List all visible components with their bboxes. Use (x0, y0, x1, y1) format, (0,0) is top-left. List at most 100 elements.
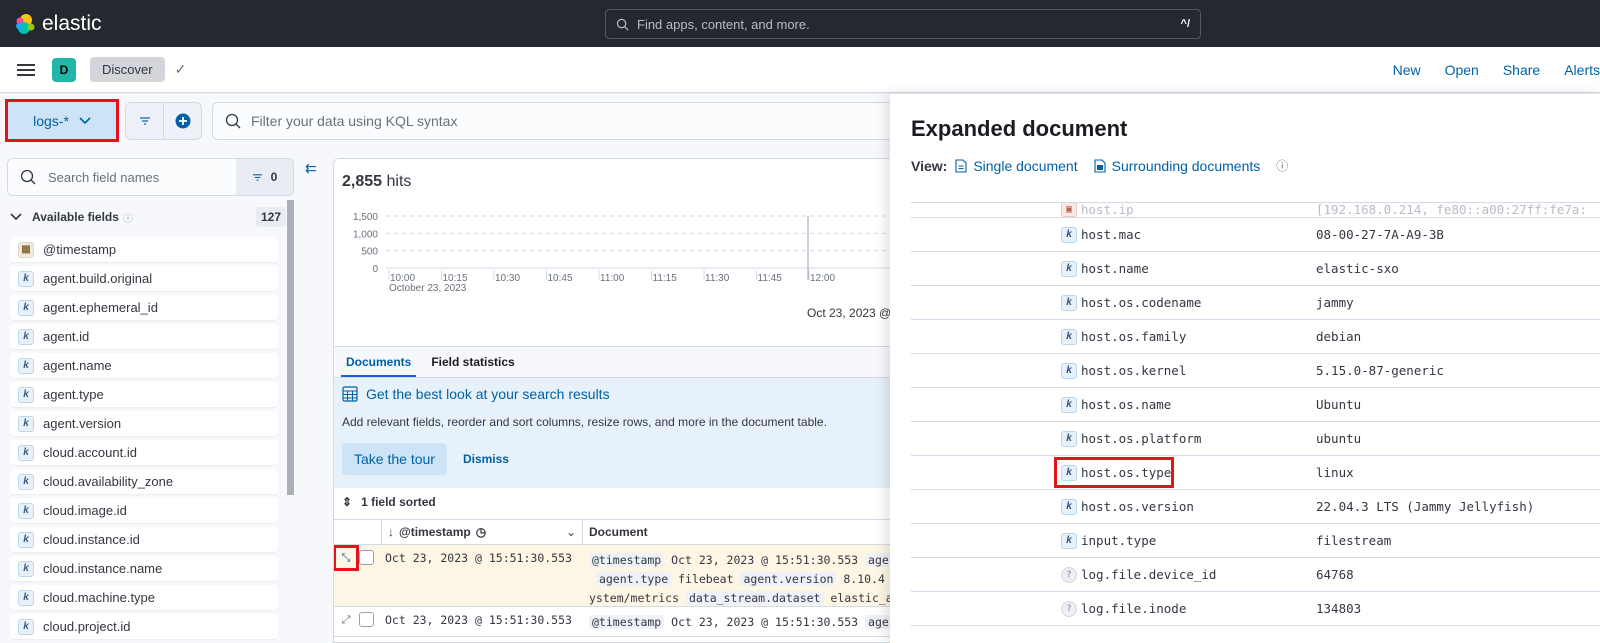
single-document-link[interactable]: Single document (955, 158, 1078, 174)
field-name: host.os.family (1081, 329, 1187, 344)
alerts-link[interactable]: Alerts (1564, 62, 1600, 78)
document-field-row[interactable]: k host.os.kernel 5.15.0-87-generic (911, 354, 1600, 388)
field-value: ubuntu (1316, 431, 1362, 446)
kql-placeholder: Filter your data using KQL syntax (251, 113, 458, 129)
keyword-type-icon: k (1061, 498, 1077, 515)
row-document: @timestamp Oct 23, 2023 @ 15:51:30.553 a… (583, 545, 912, 606)
field-list-item[interactable]: k agent.name (10, 353, 278, 378)
document-field-row[interactable]: ▣ host.ip [192.168.0.214, fe80::a00:27ff:f… (911, 203, 1600, 218)
field-list-item[interactable]: k agent.version (10, 411, 278, 436)
field-list-item[interactable]: k agent.id (10, 324, 278, 349)
field-list-item[interactable]: k agent.type (10, 382, 278, 407)
share-link[interactable]: Share (1503, 62, 1540, 78)
document-field-row[interactable]: k host.os.platform ubuntu (911, 422, 1600, 456)
tab-documents[interactable]: Documents (341, 347, 417, 377)
collapse-sidebar-icon[interactable]: ⇇ (305, 160, 317, 177)
kql-search-input[interactable]: Filter your data using KQL syntax (212, 102, 912, 140)
help-icon[interactable]: ⓘ (1276, 157, 1288, 174)
field-list-item[interactable]: k cloud.availability_zone (10, 469, 278, 494)
available-fields-header[interactable]: Available fields ⓘ 127 (10, 207, 286, 227)
y-tick-label: 0 (372, 264, 378, 275)
document-line: agent.type filebeat agent.version 8.10.4 (589, 570, 912, 589)
expand-row-icon[interactable]: ⤢ (338, 612, 354, 628)
field-list-item[interactable]: k agent.build.original (10, 266, 278, 291)
sort-icon: ⇕ (342, 495, 353, 509)
space-avatar[interactable]: D (52, 57, 76, 82)
column-header-timestamp[interactable]: ↓ @timestamp ◷ ⌄ (382, 520, 583, 544)
document-field-row[interactable]: k input.type filestream (911, 524, 1600, 558)
row-checkbox[interactable] (359, 550, 374, 565)
take-tour-button[interactable]: Take the tour (342, 443, 447, 475)
global-search-input[interactable]: Find apps, content, and more. ^/ (605, 9, 1201, 39)
keyword-type-icon: k (18, 444, 34, 461)
open-link[interactable]: Open (1445, 62, 1479, 78)
data-view-picker[interactable]: logs-* (5, 99, 119, 142)
document-field-key: agent.type (595, 572, 672, 586)
field-value: 64768 (1316, 567, 1354, 582)
field-name: host.os.kernel (1081, 363, 1187, 378)
histogram-chart[interactable]: 05001,0001,50010:00 10:15 10:30 10:45 11:00 1… (334, 204, 913, 344)
document-field-row[interactable]: k host.name elastic-sxo (911, 252, 1600, 286)
document-field-row[interactable]: k host.os.family debian (911, 320, 1600, 354)
hits-counter: 2,855 hits (342, 173, 411, 191)
table-row[interactable]: ⤢ Oct 23, 2023 @ 15:51:30.553 @timestamp… (334, 607, 912, 637)
field-type-filter-button[interactable]: 0 (236, 159, 293, 195)
field-list-item[interactable]: k cloud.instance.id (10, 527, 278, 552)
elastic-logo[interactable]: elastic (14, 12, 102, 36)
dismiss-button[interactable]: Dismiss (463, 452, 509, 466)
column-header-document[interactable]: Document (583, 520, 912, 544)
sorted-label: 1 field sorted (361, 495, 436, 509)
document-field-row[interactable]: k host.mac 08-00-27-7A-A9-3B (911, 218, 1600, 252)
sidebar-scrollbar[interactable] (287, 200, 294, 495)
field-list-item[interactable]: k cloud.machine.type (10, 585, 278, 610)
field-name-cell: k host.os.version (911, 498, 1316, 515)
new-link[interactable]: New (1393, 62, 1421, 78)
field-search-input[interactable]: Search field names 0 (7, 158, 294, 196)
keyword-type-icon: k (18, 270, 34, 287)
breadcrumb-discover[interactable]: Discover (90, 57, 165, 82)
document-field-row[interactable]: ? log.file.inode 134803 (911, 592, 1600, 626)
document-field-row[interactable]: k host.os.type linux (911, 456, 1600, 490)
document-field-row[interactable]: k host.os.codename jammy (911, 286, 1600, 320)
field-list-item[interactable]: ▦ @timestamp (10, 237, 278, 262)
surrounding-documents-link[interactable]: Surrounding documents (1094, 158, 1260, 174)
sort-indicator[interactable]: ⇕ 1 field sorted (342, 495, 436, 509)
row-checkbox[interactable] (359, 612, 374, 627)
field-list-item[interactable]: k cloud.account.id (10, 440, 278, 465)
field-value: [192.168.0.214, fe80::a00:27ff:fe7a: (1316, 203, 1587, 217)
chevron-down-icon[interactable]: ⌄ (566, 525, 576, 539)
tab-field-statistics[interactable]: Field statistics (426, 347, 519, 377)
document-field-row[interactable]: ? log.file.device_id 64768 (911, 558, 1600, 592)
document-field-row[interactable]: k host.os.name Ubuntu (911, 388, 1600, 422)
help-icon[interactable]: ⓘ (123, 210, 133, 225)
hits-label: hits (386, 173, 412, 190)
global-search-placeholder: Find apps, content, and more. (637, 16, 810, 32)
flyout-title: Expanded document (911, 116, 1128, 141)
document-field-row[interactable]: k host.os.version 22.04.3 LTS (Jammy Jelly… (911, 490, 1600, 524)
field-name-cell: k host.os.codename (911, 294, 1316, 311)
field-list-item[interactable]: k agent.ephemeral_id (10, 295, 278, 320)
y-tick-label: 500 (361, 247, 378, 258)
chart-time-range: Oct 23, 2023 @ (807, 306, 892, 320)
document-field-key: age (865, 553, 892, 567)
field-name: host.os.codename (1081, 295, 1202, 310)
filter-options-button[interactable] (126, 103, 164, 139)
field-list-item[interactable]: k cloud.instance.name (10, 556, 278, 581)
filter-count: 0 (270, 170, 278, 184)
keyword-type-icon: k (18, 328, 34, 345)
field-value: debian (1316, 329, 1362, 344)
field-list-item[interactable]: k cloud.project.id (10, 614, 278, 639)
field-name-cell: ? log.file.device_id (911, 566, 1316, 583)
keyword-type-icon: k (1061, 294, 1077, 311)
table-row[interactable]: ⤡ Oct 23, 2023 @ 15:51:30.553 @timestamp… (334, 545, 912, 607)
menu-icon[interactable] (17, 61, 35, 79)
field-name-cell: k host.os.kernel (911, 362, 1316, 379)
collapse-row-icon[interactable]: ⤡ (334, 545, 359, 571)
field-value: filestream (1316, 533, 1392, 548)
main-panel: 2,855 hits 0 500 1,000 1,500 10:00 10:15 10:30… (333, 158, 913, 643)
field-name: @timestamp (43, 242, 117, 257)
document-field-key: data_stream.dataset (685, 591, 824, 605)
field-list-item[interactable]: k cloud.image.id (10, 498, 278, 523)
add-filter-button[interactable] (164, 103, 201, 139)
field-name: log.file.inode (1081, 601, 1187, 616)
